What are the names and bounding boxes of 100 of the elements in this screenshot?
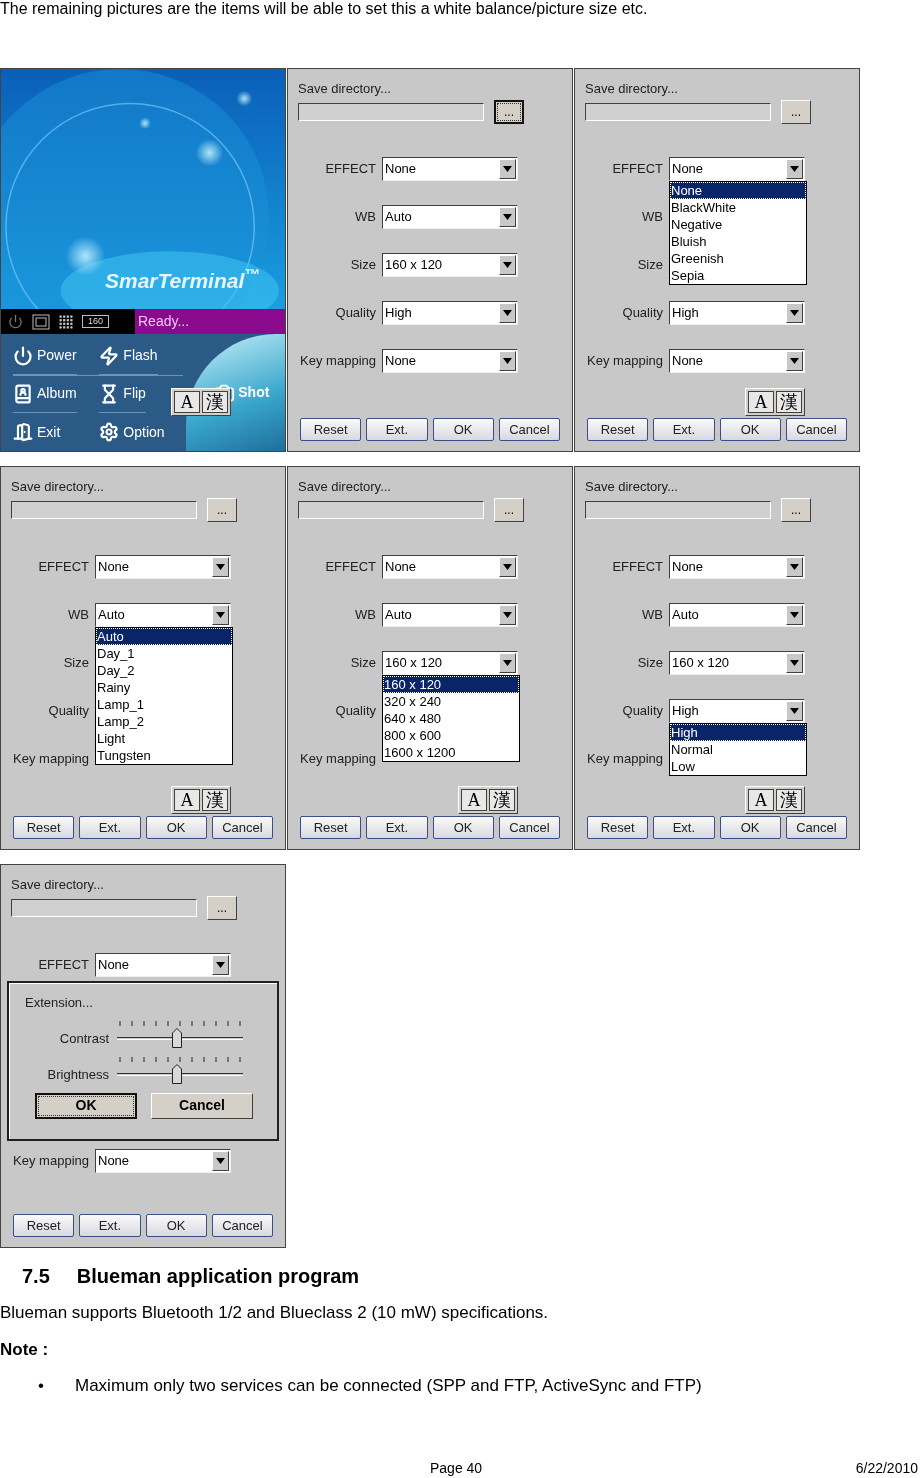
dropdown-field[interactable]: Auto [95, 603, 231, 627]
dropdown-option[interactable]: 320 x 240 [383, 693, 519, 710]
browse-button[interactable]: ... [781, 100, 811, 124]
input-mode-key[interactable]: 漢 [489, 789, 515, 811]
dropdown-field[interactable]: None [95, 1149, 231, 1173]
directory-field[interactable] [585, 501, 771, 519]
directory-field[interactable] [585, 103, 771, 121]
dropdown-field[interactable]: High [382, 301, 518, 325]
menu-item[interactable]: Option [99, 413, 165, 451]
dropdown-option[interactable]: Lamp_2 [96, 713, 232, 730]
footer-button[interactable]: Ext. [79, 816, 141, 839]
menu-item[interactable]: Album [13, 375, 77, 413]
input-method-toolbar[interactable]: A 漢 [745, 388, 805, 416]
dropdown-option[interactable]: BlackWhite [670, 199, 806, 216]
dropdown-option[interactable]: Negative [670, 216, 806, 233]
footer-button[interactable]: Cancel [211, 1214, 273, 1237]
dropdown-option[interactable]: Lamp_1 [96, 696, 232, 713]
dropdown-field[interactable]: Auto [669, 603, 805, 627]
dropdown-field[interactable]: None [382, 157, 518, 181]
dropdown-option[interactable]: 800 x 600 [383, 727, 519, 744]
dropdown-field[interactable]: Auto [382, 205, 518, 229]
dropdown-field[interactable]: None [95, 555, 231, 579]
menu-item[interactable]: Exit [13, 413, 61, 451]
dropdown-option[interactable]: Rainy [96, 679, 232, 696]
input-mode-key[interactable]: A [748, 391, 774, 413]
menu-item[interactable]: Flip [99, 375, 146, 413]
dropdown-field[interactable]: 160 x 120 [382, 253, 518, 277]
footer-button[interactable]: Ext. [366, 418, 428, 441]
footer-button[interactable]: OK [145, 816, 207, 839]
dropdown-field[interactable]: None [669, 349, 805, 373]
dropdown-option[interactable]: 160 x 120 [383, 676, 519, 693]
browse-button[interactable]: ... [494, 100, 524, 124]
input-mode-key[interactable]: 漢 [776, 789, 802, 811]
footer-button[interactable]: OK [719, 418, 781, 441]
browse-button[interactable]: ... [207, 498, 237, 522]
dropdown-field[interactable]: Auto [382, 603, 518, 627]
slider-thumb[interactable] [172, 1027, 183, 1048]
dropdown-field[interactable]: None [95, 953, 231, 977]
directory-field[interactable] [298, 501, 484, 519]
footer-button[interactable]: Ext. [653, 418, 715, 441]
input-mode-key[interactable]: A [174, 789, 200, 811]
directory-field[interactable] [11, 501, 197, 519]
menu-item[interactable]: Flash [99, 337, 158, 375]
dropdown-field[interactable]: 160 x 120 [669, 651, 805, 675]
dropdown-option[interactable]: High [670, 724, 806, 741]
footer-button[interactable]: Reset [13, 816, 75, 839]
square-icon[interactable] [32, 313, 50, 330]
dropdown-option[interactable]: Tungsten [96, 747, 232, 764]
directory-field[interactable] [11, 899, 197, 917]
slider[interactable] [117, 1018, 243, 1049]
dropdown-field[interactable]: High [669, 301, 805, 325]
dialog-button[interactable]: OK [35, 1092, 137, 1119]
footer-button[interactable]: Cancel [211, 816, 273, 839]
footer-button[interactable]: Reset [587, 816, 649, 839]
input-mode-key[interactable]: 漢 [776, 391, 802, 413]
dropdown-field[interactable]: None [382, 349, 518, 373]
dropdown-option[interactable]: Bluish [670, 233, 806, 250]
footer-button[interactable]: Reset [300, 418, 362, 441]
input-method-toolbar[interactable]: A 漢 [458, 786, 518, 814]
footer-button[interactable]: Ext. [79, 1214, 141, 1237]
footer-button[interactable]: Reset [13, 1214, 75, 1237]
input-method-toolbar[interactable]: A 漢 [171, 388, 231, 416]
footer-button[interactable]: Cancel [498, 418, 560, 441]
input-mode-key[interactable]: 漢 [202, 789, 228, 811]
dropdown-field[interactable]: 160 x 120 [382, 651, 518, 675]
dropdown-option[interactable]: Day_2 [96, 662, 232, 679]
browse-button[interactable]: ... [781, 498, 811, 522]
dropdown-field[interactable]: None [669, 157, 805, 181]
input-mode-key[interactable]: A [748, 789, 774, 811]
footer-button[interactable]: OK [432, 816, 494, 839]
dropdown-option[interactable]: Low [670, 758, 806, 775]
menu-item[interactable]: Power [13, 337, 77, 375]
dropdown-option[interactable]: Normal [670, 741, 806, 758]
directory-field[interactable] [298, 103, 484, 121]
input-method-toolbar[interactable]: A 漢 [745, 786, 805, 814]
footer-button[interactable]: Ext. [653, 816, 715, 839]
dropdown-option[interactable]: 1600 x 1200 [383, 744, 519, 761]
dropdown-option[interactable]: Sepia [670, 267, 806, 284]
dropdown-option[interactable]: Light [96, 730, 232, 747]
footer-button[interactable]: Reset [300, 816, 362, 839]
dropdown-option[interactable]: Day_1 [96, 645, 232, 662]
input-mode-key[interactable]: A [461, 789, 487, 811]
footer-button[interactable]: Ext. [366, 816, 428, 839]
input-method-toolbar[interactable]: A 漢 [171, 786, 231, 814]
input-mode-key[interactable]: A [174, 391, 200, 413]
footer-button[interactable]: Cancel [498, 816, 560, 839]
footer-button[interactable]: OK [145, 1214, 207, 1237]
browse-button[interactable]: ... [494, 498, 524, 522]
dropdown-field[interactable]: None [382, 555, 518, 579]
footer-button[interactable]: OK [432, 418, 494, 441]
dropdown-field[interactable]: None [669, 555, 805, 579]
slider[interactable] [117, 1054, 243, 1085]
slider-thumb[interactable] [172, 1063, 183, 1084]
dialog-button[interactable]: Cancel [151, 1092, 253, 1119]
dropdown-option[interactable]: 640 x 480 [383, 710, 519, 727]
dropdown-option[interactable]: Greenish [670, 250, 806, 267]
footer-button[interactable]: OK [719, 816, 781, 839]
footer-button[interactable]: Cancel [785, 816, 847, 839]
grid-icon[interactable] [59, 314, 73, 329]
dropdown-field[interactable]: High [669, 699, 805, 723]
